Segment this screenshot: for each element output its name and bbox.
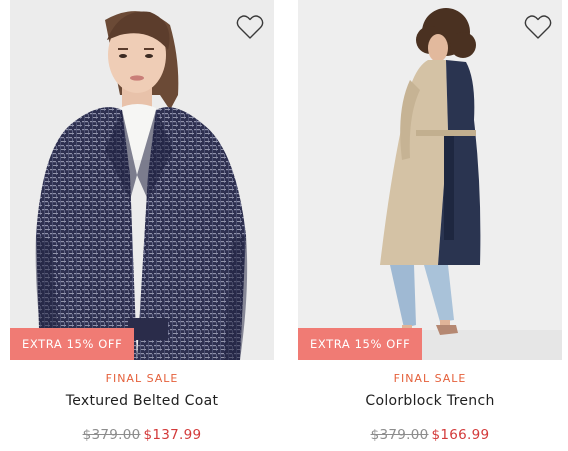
product-photo-textured-coat: [10, 0, 274, 360]
product-name[interactable]: Colorblock Trench: [298, 392, 562, 410]
sale-price: $137.99: [143, 427, 202, 443]
discount-badge: EXTRA 15% OFF: [10, 328, 135, 360]
product-info: FINAL SALE Textured Belted Coat $379.00 $…: [10, 372, 274, 444]
discount-badge: EXTRA 15% OFF: [298, 328, 423, 360]
product-photo-colorblock-trench: [298, 0, 562, 360]
product-card[interactable]: EXTRA 15% OFF FINAL SALE Textured Belted…: [10, 0, 274, 444]
final-sale-label: FINAL SALE: [393, 372, 467, 385]
final-sale-label: FINAL SALE: [105, 372, 179, 385]
price-row: $379.00 $166.99: [298, 426, 562, 444]
product-info: FINAL SALE Colorblock Trench $379.00 $166…: [298, 372, 562, 444]
product-image[interactable]: EXTRA 15% OFF: [298, 0, 562, 360]
original-price: $379.00: [82, 427, 141, 443]
product-name[interactable]: Textured Belted Coat: [10, 392, 274, 410]
product-card[interactable]: EXTRA 15% OFF FINAL SALE Colorblock Tren…: [298, 0, 562, 444]
heart-outline-icon[interactable]: [236, 14, 264, 40]
heart-outline-icon[interactable]: [524, 14, 552, 40]
sale-price: $166.99: [431, 427, 490, 443]
price-row: $379.00 $137.99: [10, 426, 274, 444]
product-image[interactable]: EXTRA 15% OFF: [10, 0, 274, 360]
original-price: $379.00: [370, 427, 429, 443]
